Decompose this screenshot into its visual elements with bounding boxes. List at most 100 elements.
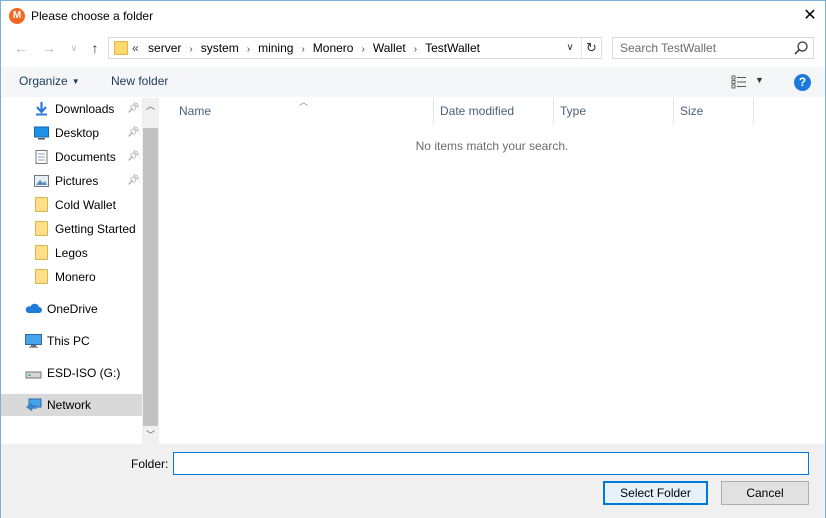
arrow-right-icon: → bbox=[42, 40, 56, 56]
up-button[interactable]: ↑ bbox=[85, 37, 105, 59]
sidebar-item-downloads[interactable]: Downloads 📌︎ bbox=[1, 98, 142, 120]
sidebar-item-label: Pictures bbox=[55, 174, 99, 188]
sidebar-item-this-pc[interactable]: This PC bbox=[1, 330, 142, 352]
sidebar-item-label: Getting Started bbox=[55, 222, 136, 236]
close-icon: ✕ bbox=[803, 7, 817, 24]
sidebar-item-label: This PC bbox=[47, 334, 90, 348]
chevron-right-icon[interactable]: › bbox=[247, 44, 250, 55]
view-options-icon[interactable] bbox=[731, 75, 747, 89]
sidebar-item-pictures[interactable]: Pictures 📌︎ bbox=[1, 170, 142, 192]
navigation-bar: ← → ∨ ↑ « server › system › mining › Monero › Wa… bbox=[1, 35, 825, 63]
close-button[interactable]: ✕ bbox=[795, 1, 825, 31]
recent-locations-button[interactable]: ∨ bbox=[64, 37, 84, 59]
scrollbar-thumb[interactable] bbox=[143, 128, 158, 426]
sidebar-item-documents[interactable]: Documents 📌︎ bbox=[1, 146, 142, 168]
caret-down-icon: ▼ bbox=[755, 75, 764, 85]
folder-icon bbox=[35, 269, 48, 284]
address-dropdown-button[interactable]: ∨ bbox=[560, 38, 580, 58]
chevron-right-icon[interactable]: › bbox=[189, 44, 192, 55]
folder-label: Folder: bbox=[131, 457, 169, 471]
cloud-icon bbox=[25, 303, 42, 313]
refresh-icon: ↻ bbox=[586, 40, 597, 55]
column-header-name[interactable]: Name ︿ bbox=[173, 97, 434, 124]
sidebar-item-label: ESD-ISO (G:) bbox=[47, 366, 121, 380]
chevron-right-icon[interactable]: › bbox=[301, 44, 304, 55]
documents-icon bbox=[35, 150, 48, 164]
arrow-left-icon: ← bbox=[14, 40, 28, 56]
breadcrumb-item[interactable]: server bbox=[148, 41, 181, 55]
cancel-button[interactable]: Cancel bbox=[721, 481, 809, 505]
forward-button[interactable]: → bbox=[39, 37, 59, 59]
organize-label: Organize bbox=[19, 74, 68, 88]
scroll-up-button[interactable]: ︿ bbox=[142, 98, 159, 115]
folder-icon bbox=[35, 197, 48, 212]
sidebar-item-getting-started[interactable]: Getting Started bbox=[1, 218, 142, 240]
breadcrumb-item[interactable]: TestWallet bbox=[425, 41, 480, 55]
sidebar-item-cold-wallet[interactable]: Cold Wallet bbox=[1, 194, 142, 216]
scroll-down-button[interactable]: ﹀ bbox=[142, 427, 159, 444]
title-bar: M Please choose a folder ✕ bbox=[1, 1, 825, 31]
view-dropdown-button[interactable]: ▼ bbox=[755, 75, 764, 85]
refresh-button[interactable]: ↻ bbox=[581, 38, 601, 58]
sidebar-item-label: Cold Wallet bbox=[55, 198, 116, 212]
column-header-size[interactable]: Size bbox=[674, 98, 754, 124]
sidebar-item-monero[interactable]: Monero bbox=[1, 266, 142, 288]
breadcrumb-item[interactable]: mining bbox=[258, 41, 293, 55]
dialog-title: Please choose a folder bbox=[31, 9, 154, 23]
folder-icon bbox=[35, 221, 48, 236]
chevron-down-icon: ﹀ bbox=[145, 430, 155, 440]
breadcrumb-overflow[interactable]: « bbox=[132, 41, 139, 55]
folder-icon bbox=[35, 245, 48, 260]
address-bar[interactable]: « server › system › mining › Monero › Wallet › Tes… bbox=[108, 37, 602, 59]
column-header-label: Size bbox=[680, 104, 704, 118]
column-header-type[interactable]: Type bbox=[554, 98, 674, 124]
help-icon[interactable]: ? bbox=[794, 74, 811, 91]
empty-results-message: No items match your search. bbox=[415, 139, 569, 153]
sidebar-item-label: Downloads bbox=[55, 102, 115, 116]
pin-icon: 📌︎ bbox=[127, 127, 140, 138]
select-folder-button[interactable]: Select Folder bbox=[603, 481, 708, 505]
sidebar-item-label: Network bbox=[47, 398, 92, 412]
drive-icon bbox=[25, 371, 42, 379]
back-button[interactable]: ← bbox=[11, 37, 31, 59]
folder-name-input[interactable] bbox=[173, 452, 809, 475]
chevron-down-icon: ∨ bbox=[70, 43, 78, 53]
sort-up-icon: ︿ bbox=[299, 97, 309, 107]
organize-button[interactable]: Organize ▼ bbox=[19, 74, 80, 88]
folder-dialog: M Please choose a folder ✕ ← → ∨ ↑ « ser… bbox=[0, 0, 826, 518]
sidebar-item-onedrive[interactable]: OneDrive bbox=[1, 298, 142, 320]
dialog-footer: Folder: Select Folder Cancel bbox=[1, 444, 825, 518]
column-header-date-modified[interactable]: Date modified bbox=[434, 98, 554, 124]
sidebar-item-legos[interactable]: Legos bbox=[1, 242, 142, 264]
chevron-down-icon: ∨ bbox=[566, 42, 574, 53]
computer-icon bbox=[25, 334, 42, 348]
sidebar-item-label: Monero bbox=[55, 270, 96, 284]
caret-down-icon: ▼ bbox=[71, 77, 80, 86]
navigation-pane: Downloads 📌︎ Desktop 📌︎ Documents 📌︎ Pic… bbox=[1, 98, 142, 444]
new-folder-button[interactable]: New folder bbox=[111, 74, 168, 88]
folder-icon bbox=[114, 41, 128, 55]
chevron-up-icon: ︿ bbox=[145, 101, 155, 111]
desktop-icon bbox=[34, 126, 49, 140]
download-icon bbox=[36, 102, 47, 116]
arrow-up-icon: ↑ bbox=[91, 40, 99, 56]
pin-icon: 📌︎ bbox=[127, 175, 140, 186]
chevron-right-icon[interactable]: › bbox=[361, 44, 364, 55]
sidebar-item-label: Legos bbox=[55, 246, 88, 260]
sidebar-item-label: Documents bbox=[55, 150, 116, 164]
breadcrumb-item[interactable]: Wallet bbox=[373, 41, 406, 55]
breadcrumb-item[interactable]: system bbox=[201, 41, 239, 55]
search-icon[interactable] bbox=[793, 40, 809, 56]
search-input[interactable] bbox=[613, 38, 789, 58]
sidebar-item-desktop[interactable]: Desktop 📌︎ bbox=[1, 122, 142, 144]
column-header-label: Type bbox=[560, 104, 587, 118]
sidebar-item-network[interactable]: Network bbox=[1, 394, 142, 416]
column-header-label: Date modified bbox=[440, 104, 515, 118]
pin-icon: 📌︎ bbox=[127, 103, 140, 114]
navigation-pane-scrollbar[interactable]: ︿ ﹀ bbox=[142, 98, 159, 444]
sidebar-item-esd-iso[interactable]: ESD-ISO (G:) bbox=[1, 362, 142, 384]
breadcrumb-item[interactable]: Monero bbox=[313, 41, 354, 55]
chevron-right-icon[interactable]: › bbox=[414, 44, 417, 55]
file-list[interactable]: Name ︿ Date modified Type Size No items … bbox=[159, 97, 825, 444]
network-icon bbox=[25, 398, 42, 412]
